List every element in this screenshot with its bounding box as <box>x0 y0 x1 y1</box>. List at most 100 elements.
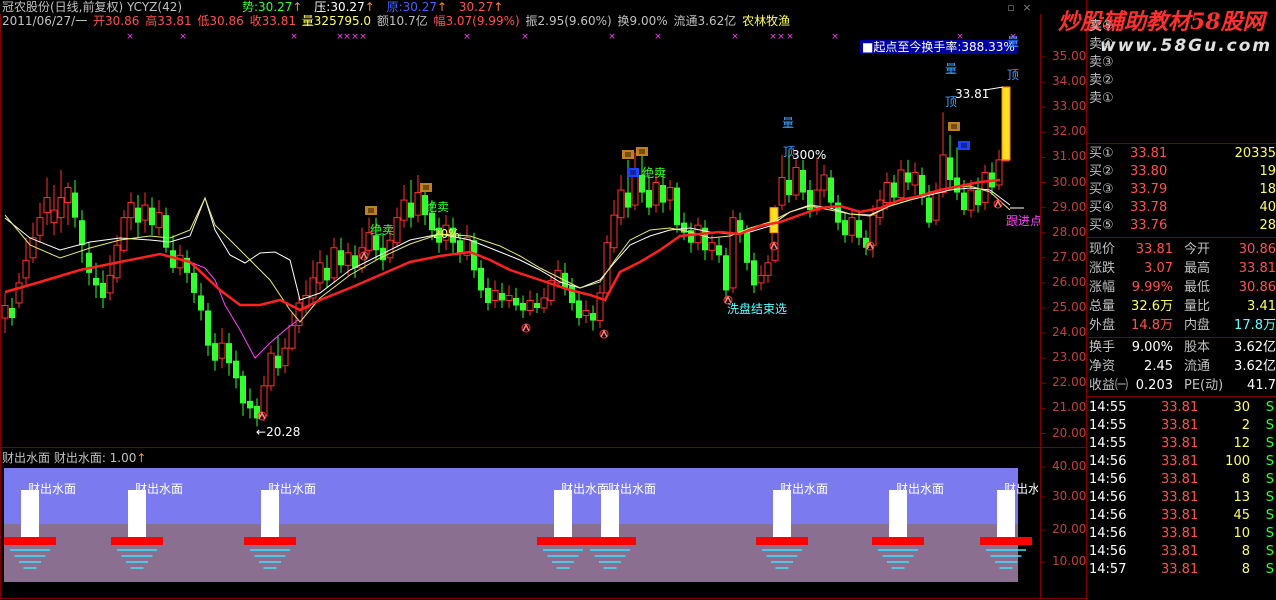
candle-body-down <box>716 245 722 256</box>
tick-volume: 8 <box>1241 544 1250 559</box>
tick-price: 33.81 <box>1161 490 1199 505</box>
candle-body-up <box>267 352 275 387</box>
quote-label: 最高 <box>1184 261 1211 276</box>
candle-body-down <box>625 192 631 208</box>
quote-value: 2.45 <box>1144 359 1173 374</box>
buy-price: 33.79 <box>1130 182 1168 197</box>
high: 高33.81 <box>145 14 192 28</box>
panel-divider <box>1087 337 1276 338</box>
tick-price: 33.81 <box>1161 454 1199 469</box>
candle-body-down <box>576 300 582 319</box>
buy-price: 33.81 <box>1130 146 1168 161</box>
tick-volume: 100 <box>1225 454 1250 469</box>
sell-level-label: 卖① <box>1089 91 1114 106</box>
candle-body-up <box>792 166 800 196</box>
candle-body-up <box>582 310 590 317</box>
quote-row: 买③ 33.79 18 <box>1088 181 1276 199</box>
quote-row: 换手 9.00% 股本 3.62亿 <box>1088 339 1276 357</box>
tick-row[interactable]: 14:56 33.81 13 S <box>1088 489 1276 507</box>
quote-label: 收益㈠ <box>1089 378 1129 393</box>
tick-time: 14:55 <box>1089 436 1127 451</box>
quote-label: 现价 <box>1089 242 1116 257</box>
ding-label-3: 顶 <box>1007 68 1020 82</box>
ding-label-1: 顶 <box>783 145 796 159</box>
candle-body-up <box>1 304 9 319</box>
candle-body-up <box>141 204 149 221</box>
candle-body-up <box>897 169 905 199</box>
water-pillar <box>261 490 279 537</box>
candle-body-down <box>408 202 414 218</box>
tick-volume: 45 <box>1233 508 1250 523</box>
quote-row: 收益㈠ 0.203 PE(动) 41.7 <box>1088 377 1276 395</box>
signal-flag-inner <box>951 124 957 129</box>
candle-body-up <box>631 171 639 206</box>
x-marker: × <box>290 32 298 42</box>
sub-axis-label: 10.00 <box>1052 554 1087 568</box>
turnover-note: ■起点至今换手率:388.33% <box>860 40 1017 54</box>
candle-body-down <box>100 282 106 298</box>
candle-body-up <box>50 209 58 224</box>
panel-divider <box>1087 237 1276 238</box>
quote-value: 33.81 <box>1135 242 1173 257</box>
tick-side: S <box>1265 418 1274 433</box>
tick-row[interactable]: 14:56 33.81 45 S <box>1088 507 1276 525</box>
price-axis-label: 28.00 <box>1052 224 1087 239</box>
tick-side: S <box>1265 562 1274 577</box>
jue-mai-3: 绝卖 <box>642 166 667 180</box>
price-axis-label: 31.00 <box>1052 149 1087 164</box>
price-axis-label: 32.00 <box>1052 124 1087 139</box>
amount: 额10.7亿 <box>376 14 428 28</box>
tick-side: S <box>1265 472 1274 487</box>
restore-icon[interactable]: ▫ <box>1005 2 1017 14</box>
tick-row[interactable]: 14:55 33.81 12 S <box>1088 435 1276 453</box>
jue-mai-1: 绝卖 <box>370 223 395 237</box>
candle-body-down <box>9 308 15 319</box>
tick-row[interactable]: 14:55 33.81 30 S <box>1088 399 1276 417</box>
quote-value: 9.00% <box>1131 340 1173 355</box>
candle-body-down <box>660 185 666 203</box>
quote-label: 股本 <box>1184 340 1211 355</box>
buy-price: 33.78 <box>1130 200 1168 215</box>
tick-row[interactable]: 14:57 33.81 8 S <box>1088 561 1276 579</box>
sell-level-label: 卖⑤ <box>1089 19 1114 34</box>
tick-row[interactable]: 14:55 33.81 2 S <box>1088 417 1276 435</box>
buy-level-label: 买③ <box>1089 182 1114 197</box>
price-axis-label: 33.00 <box>1052 99 1087 114</box>
ding-label-2: 顶 <box>945 95 958 109</box>
tick-row[interactable]: 14:56 33.81 10 S <box>1088 525 1276 543</box>
sell-level-label: 卖④ <box>1089 37 1114 52</box>
tick-row[interactable]: 14:56 33.81 8 S <box>1088 471 1276 489</box>
tick-price: 33.81 <box>1161 562 1199 577</box>
buy-volume: 19 <box>1259 164 1276 179</box>
water-label: 财出水面 <box>896 482 945 496</box>
x-marker: × <box>521 32 529 42</box>
kline-chart[interactable]: × × × × × × × × × × × × × × × × × × <box>0 0 1086 600</box>
water-label: 财出水面 <box>28 482 77 496</box>
candle-body-up <box>666 187 674 201</box>
signal-flag-inner <box>630 170 636 175</box>
candle-body-down <box>226 343 232 364</box>
candle-body-up <box>967 189 975 211</box>
close-icon[interactable]: × <box>1021 2 1033 14</box>
candle-body-down <box>247 400 253 409</box>
buy-level-label: 买① <box>1089 146 1114 161</box>
tick-side: S <box>1265 454 1274 469</box>
candle-body-up <box>526 299 534 312</box>
tick-time: 14:56 <box>1089 472 1127 487</box>
tick-row[interactable]: 14:56 33.81 100 S <box>1088 453 1276 471</box>
candle-body-up <box>281 347 289 367</box>
water-label: 财出水面 <box>608 482 657 496</box>
candle-body-up <box>393 217 401 244</box>
x-marker: × <box>351 32 359 42</box>
candle-body-up <box>911 171 919 186</box>
tick-row[interactable]: 14:56 33.81 8 S <box>1088 543 1276 561</box>
price-axis-label: 34.00 <box>1052 74 1087 89</box>
price-axis-label: 22.00 <box>1052 375 1087 390</box>
candle-body-up <box>260 385 268 417</box>
pct-20: 20% <box>433 227 460 241</box>
buy-level-label: 买② <box>1089 164 1114 179</box>
x-marker: × <box>831 32 839 42</box>
candle-body-down <box>499 292 505 301</box>
quote-row: 买② 33.80 19 <box>1088 163 1276 181</box>
signal-flag-inner <box>625 152 631 157</box>
